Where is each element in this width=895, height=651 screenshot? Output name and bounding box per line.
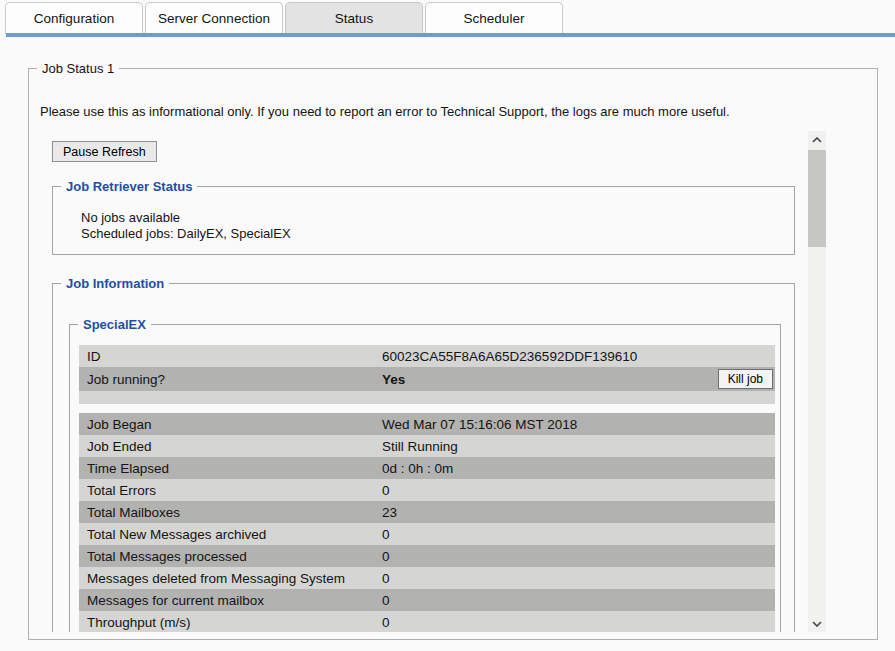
job-table-row-value: 0	[382, 571, 775, 586]
job-table-row: Job running?YesKill job	[79, 367, 775, 391]
job-information-groupbox: Job Information SpecialEX ID60023CA55F8A…	[52, 283, 795, 632]
job-table-row-label: Total Mailboxes	[79, 505, 382, 520]
retriever-status-line: Scheduled jobs: DailyEX, SpecialEX	[81, 226, 291, 242]
job-table-row-value: 0	[382, 483, 775, 498]
job-table-row: Messages deleted from Messaging System0	[79, 567, 775, 589]
job-retriever-status-groupbox: Job Retriever Status No jobs availableSc…	[52, 186, 795, 255]
chevron-up-icon	[812, 137, 822, 143]
job-table-row-label: ID	[79, 349, 382, 364]
job-detail-table: ID60023CA55F8A6A65D236592DDF139610Job ru…	[79, 345, 775, 632]
job-table-row-value: 0	[382, 549, 775, 564]
job-table-row-value: Wed Mar 07 15:16:06 MST 2018	[382, 417, 775, 432]
tab-label: Configuration	[34, 11, 114, 26]
job-table-row: Job BeganWed Mar 07 15:16:06 MST 2018	[79, 413, 775, 435]
tab-scheduler[interactable]: Scheduler	[425, 2, 563, 34]
job-table-row: Total Mailboxes23	[79, 501, 775, 523]
job-table-row-label: Total Errors	[79, 483, 382, 498]
scrollbar-thumb[interactable]	[808, 150, 826, 247]
job-table-row-value: Still Running	[382, 439, 775, 454]
job-table-row-label: Total Messages processed	[79, 549, 382, 564]
job-table-row: Total New Messages archived0	[79, 523, 775, 545]
retriever-status-lines: No jobs availableScheduled jobs: DailyEX…	[81, 210, 291, 242]
job-table-group-gap	[79, 404, 775, 413]
chevron-down-icon	[812, 621, 822, 627]
job-table-row-value: 0	[382, 615, 775, 630]
job-retriever-status-legend: Job Retriever Status	[61, 178, 197, 195]
job-table-row-label: Job running?	[79, 372, 382, 387]
vertical-scrollbar[interactable]	[808, 131, 826, 632]
job-table-row-label: Time Elapsed	[79, 461, 382, 476]
tab-label: Scheduler	[464, 11, 525, 26]
status-scroll-area: Pause Refresh Job Retriever Status No jo…	[40, 130, 806, 632]
job-table-row-label: Throughput (m/s)	[79, 615, 382, 630]
informational-text: Please use this as informational only. I…	[40, 104, 730, 119]
job-information-legend: Job Information	[61, 275, 169, 292]
job-table-spacer-row	[79, 391, 775, 404]
job-table-row: Job EndedStill Running	[79, 435, 775, 457]
job-table-row-value: 23	[382, 505, 775, 520]
scrollbar-down-button[interactable]	[808, 615, 826, 632]
job-table-row-label: Total New Messages archived	[79, 527, 382, 542]
job-table-row-label: Messages for current mailbox	[79, 593, 382, 608]
job-table-row: Throughput (m/s)0	[79, 611, 775, 632]
job-table-row: Time Elapsed0d : 0h : 0m	[79, 457, 775, 479]
job-table-row-label: Job Ended	[79, 439, 382, 454]
scrollbar-up-button[interactable]	[808, 131, 826, 148]
active-tab-underline	[6, 33, 895, 37]
specialex-groupbox: SpecialEX ID60023CA55F8A6A65D236592DDF13…	[69, 324, 781, 632]
kill-job-button[interactable]: Kill job	[718, 369, 773, 389]
job-table-row-value: Yes	[382, 372, 718, 387]
specialex-legend: SpecialEX	[78, 316, 151, 333]
job-table-row-label: Job Began	[79, 417, 382, 432]
job-table-row-value: 0	[382, 593, 775, 608]
job-table-row: Total Errors0	[79, 479, 775, 501]
tab-status[interactable]: Status	[285, 2, 423, 34]
job-table-row: ID60023CA55F8A6A65D236592DDF139610	[79, 345, 775, 367]
job-table-row-value: 0	[382, 527, 775, 542]
job-table-row-value: 60023CA55F8A6A65D236592DDF139610	[382, 349, 775, 364]
job-status-legend: Job Status 1	[37, 60, 119, 77]
tab-server-connection[interactable]: Server Connection	[145, 2, 283, 34]
job-table-row: Total Messages processed0	[79, 545, 775, 567]
job-table-row: Messages for current mailbox0	[79, 589, 775, 611]
tab-label: Status	[335, 11, 373, 26]
pause-refresh-button[interactable]: Pause Refresh	[52, 141, 157, 162]
tab-label: Server Connection	[158, 11, 270, 26]
job-table-row-label: Messages deleted from Messaging System	[79, 571, 382, 586]
tab-configuration[interactable]: Configuration	[5, 2, 143, 34]
retriever-status-line: No jobs available	[81, 210, 291, 226]
job-table-row-value: 0d : 0h : 0m	[382, 461, 775, 476]
